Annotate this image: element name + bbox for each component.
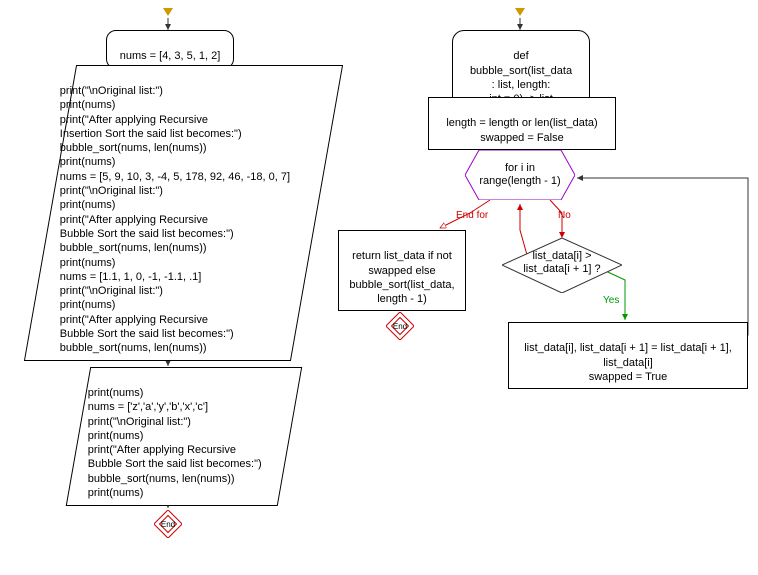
process-swap: list_data[i], list_data[i + 1] = list_da… (508, 322, 748, 389)
io-block-2: print(nums) nums = ['z','a','y','b','x',… (66, 367, 302, 506)
end-label: End (393, 322, 407, 331)
decision-compare: list_data[i] > list_data[i + 1] ? (502, 238, 622, 288)
decision-text: list_data[i] > list_data[i + 1] ? (523, 250, 600, 276)
start-marker-right (515, 8, 525, 16)
loop-text: for i in range(length - 1) (479, 162, 560, 188)
end-label: End (161, 520, 175, 529)
label-no: No (558, 210, 571, 221)
process-text: length = length or len(list_data) swappe… (446, 117, 597, 143)
process-text: list_data[i], list_data[i + 1] = list_da… (524, 342, 732, 383)
io-block-1: print("\nOriginal list:") print(nums) pr… (24, 65, 343, 361)
process-nums-init: nums = [4, 3, 5, 1, 2] (106, 30, 234, 69)
label-endfor: End for (456, 210, 488, 221)
label-yes: Yes (603, 295, 619, 306)
start-marker-left (163, 8, 173, 16)
process-text: return list_data if not swapped else bub… (349, 250, 454, 305)
loop-for: for i in range(length - 1) (465, 150, 575, 200)
end-marker-right: End (386, 312, 414, 340)
end-marker-left: End (154, 510, 182, 538)
process-return: return list_data if not swapped else bub… (338, 230, 466, 311)
io-text: print(nums) nums = ['z','a','y','b','x',… (88, 386, 262, 500)
io-text: print("\nOriginal list:") print(nums) pr… (60, 84, 290, 356)
process-init-vars: length = length or len(list_data) swappe… (428, 97, 616, 150)
process-text: nums = [4, 3, 5, 1, 2] (120, 50, 221, 62)
